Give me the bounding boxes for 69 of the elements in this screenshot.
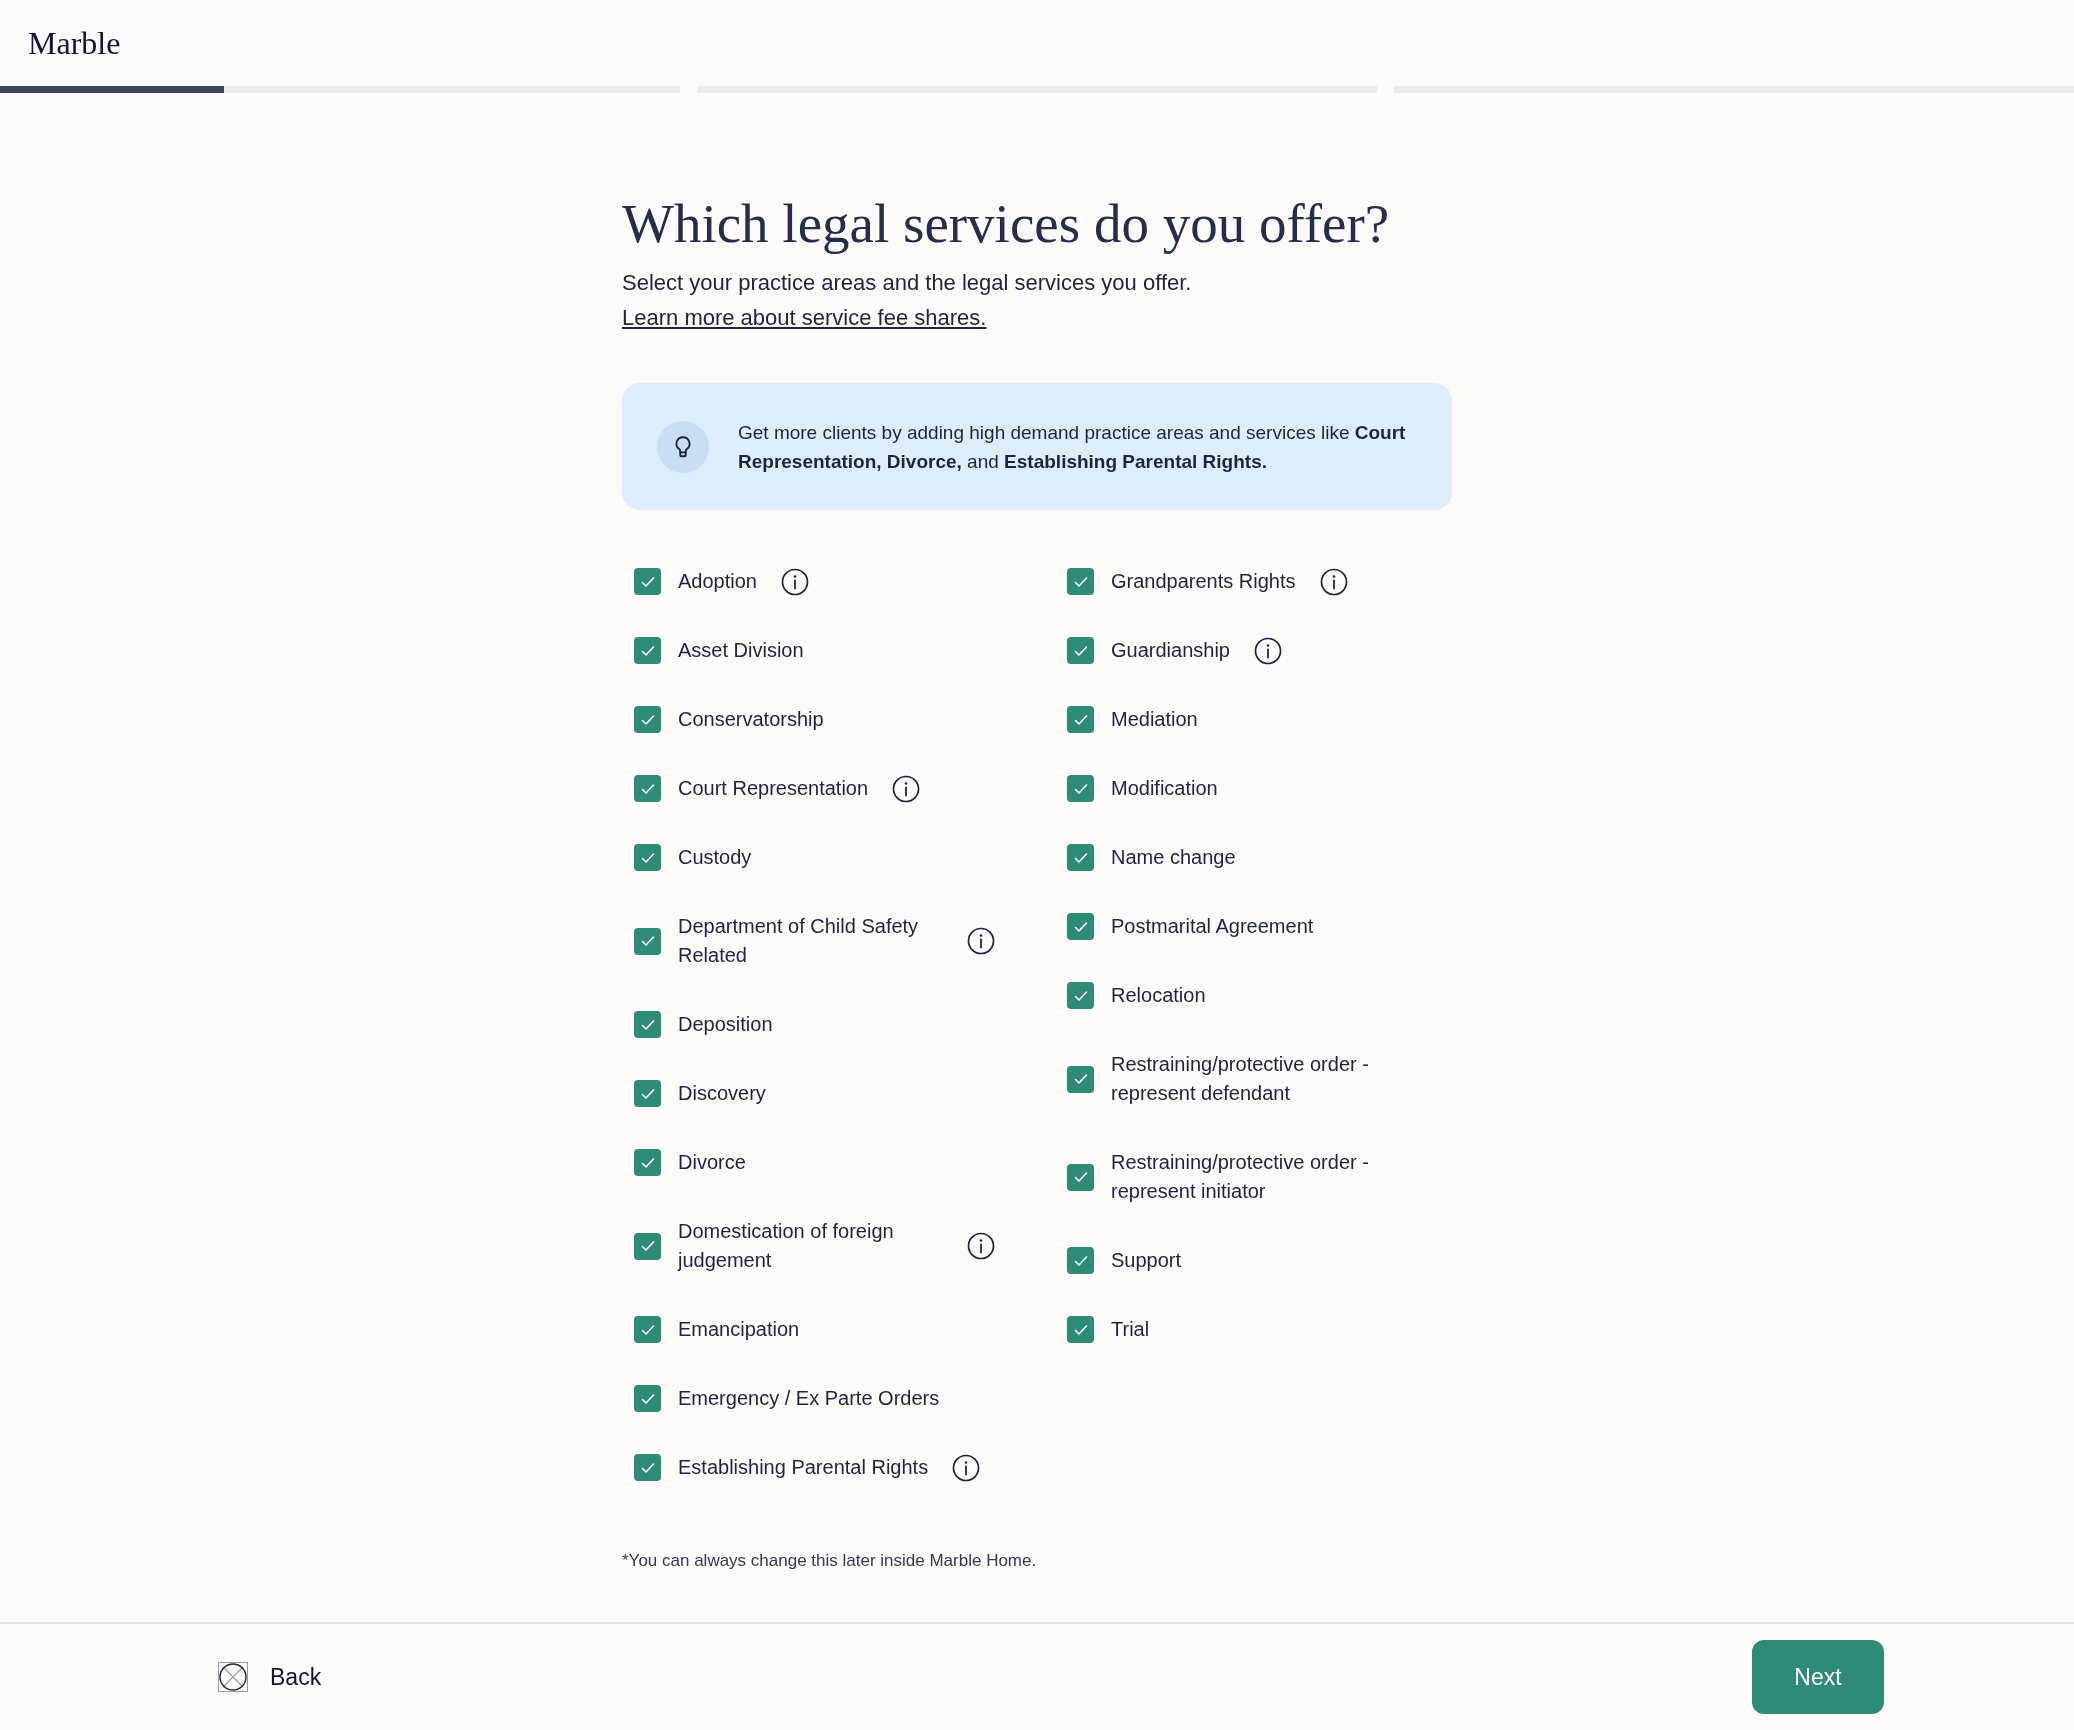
checkbox[interactable] <box>1067 637 1094 664</box>
checkbox[interactable] <box>634 844 661 871</box>
checkbox[interactable] <box>1067 1247 1094 1274</box>
option-label: Deposition <box>678 1012 773 1037</box>
option-label: Divorce <box>678 1150 746 1175</box>
info-icon[interactable] <box>967 927 995 955</box>
checkmark-icon <box>1072 1169 1089 1185</box>
option-label: Grandparents Rights <box>1111 569 1296 594</box>
checkbox[interactable] <box>634 927 661 955</box>
checkbox[interactable] <box>1067 775 1094 802</box>
checkbox[interactable] <box>634 706 661 733</box>
checkbox[interactable] <box>1067 913 1094 940</box>
lightbulb-icon <box>657 420 709 473</box>
option-label: Emergency / Ex Parte Orders <box>678 1386 940 1411</box>
checkbox[interactable] <box>634 1385 661 1412</box>
option-label: Mediation <box>1111 707 1198 732</box>
crossed-circle-icon <box>218 1662 248 1692</box>
option-label: Support <box>1111 1248 1182 1273</box>
option-label: Court Representation <box>678 776 869 801</box>
option-label: Conservatorship <box>678 707 824 732</box>
checkbox[interactable] <box>634 1316 661 1343</box>
option-label: Relocation <box>1111 983 1206 1008</box>
checkbox[interactable] <box>1067 568 1094 595</box>
checkbox[interactable] <box>1067 706 1094 733</box>
page-title: Which legal services do you offer? <box>622 193 1391 255</box>
logo: Marble <box>28 24 121 63</box>
tip-text: Get more clients by adding high demand practice areas and services like Court Representation, Divorce, and Establishing Parental Rights. <box>738 420 1407 474</box>
checkbox[interactable] <box>1067 982 1094 1009</box>
option-label: Postmarital Agreement <box>1111 914 1314 939</box>
option-label: Guardianship <box>1111 638 1230 663</box>
next-button[interactable]: Next <box>1752 1640 1884 1714</box>
checkbox[interactable] <box>1067 844 1094 871</box>
checkmark-icon <box>639 933 656 949</box>
info-icon[interactable] <box>1253 636 1282 665</box>
checkbox[interactable] <box>1067 1065 1094 1093</box>
checkbox[interactable] <box>1067 1316 1094 1343</box>
info-icon[interactable] <box>967 1232 995 1260</box>
checkmark-icon <box>1072 1071 1089 1087</box>
subtitle: Select your practice areas and the legal services you offer. Learn more about service fee shares. <box>622 269 1193 332</box>
option-label: Restraining/protective order - represent defendant <box>1111 1052 1370 1106</box>
option-label: Emancipation <box>678 1317 800 1342</box>
checkbox[interactable] <box>634 568 661 595</box>
footnote: *You can always change this later inside Marble Home. <box>622 1550 1038 1572</box>
info-icon[interactable] <box>1319 567 1348 596</box>
option-label: Modification <box>1111 776 1218 801</box>
checkbox[interactable] <box>634 1080 661 1107</box>
checkbox[interactable] <box>634 637 661 664</box>
checkbox[interactable] <box>634 1011 661 1038</box>
info-icon[interactable] <box>892 774 921 803</box>
option-label: Asset Division <box>678 638 804 663</box>
option-label: Name change <box>1111 845 1236 870</box>
checkbox[interactable] <box>1067 1163 1094 1191</box>
option-label: Custody <box>678 845 752 870</box>
option-label: Domestication of foreign judgement <box>678 1219 895 1273</box>
option-label: Establishing Parental Rights <box>678 1455 929 1480</box>
option-label: Adoption <box>678 569 757 594</box>
info-icon[interactable] <box>780 567 809 596</box>
checkbox[interactable] <box>634 1454 661 1481</box>
checkbox[interactable] <box>634 1232 661 1260</box>
checkbox[interactable] <box>634 775 661 802</box>
checkbox[interactable] <box>634 1149 661 1176</box>
learn-more-link[interactable]: Learn more about service fee shares. <box>622 305 987 330</box>
option-label: Trial <box>1111 1317 1150 1342</box>
back-button[interactable]: Back <box>218 1659 322 1695</box>
info-icon[interactable] <box>952 1453 981 1482</box>
option-label: Department of Child Safety Related <box>678 914 920 968</box>
option-label: Discovery <box>678 1081 766 1106</box>
option-label: Restraining/protective order - represent initiator <box>1111 1150 1370 1204</box>
checkmark-icon <box>639 1238 656 1254</box>
